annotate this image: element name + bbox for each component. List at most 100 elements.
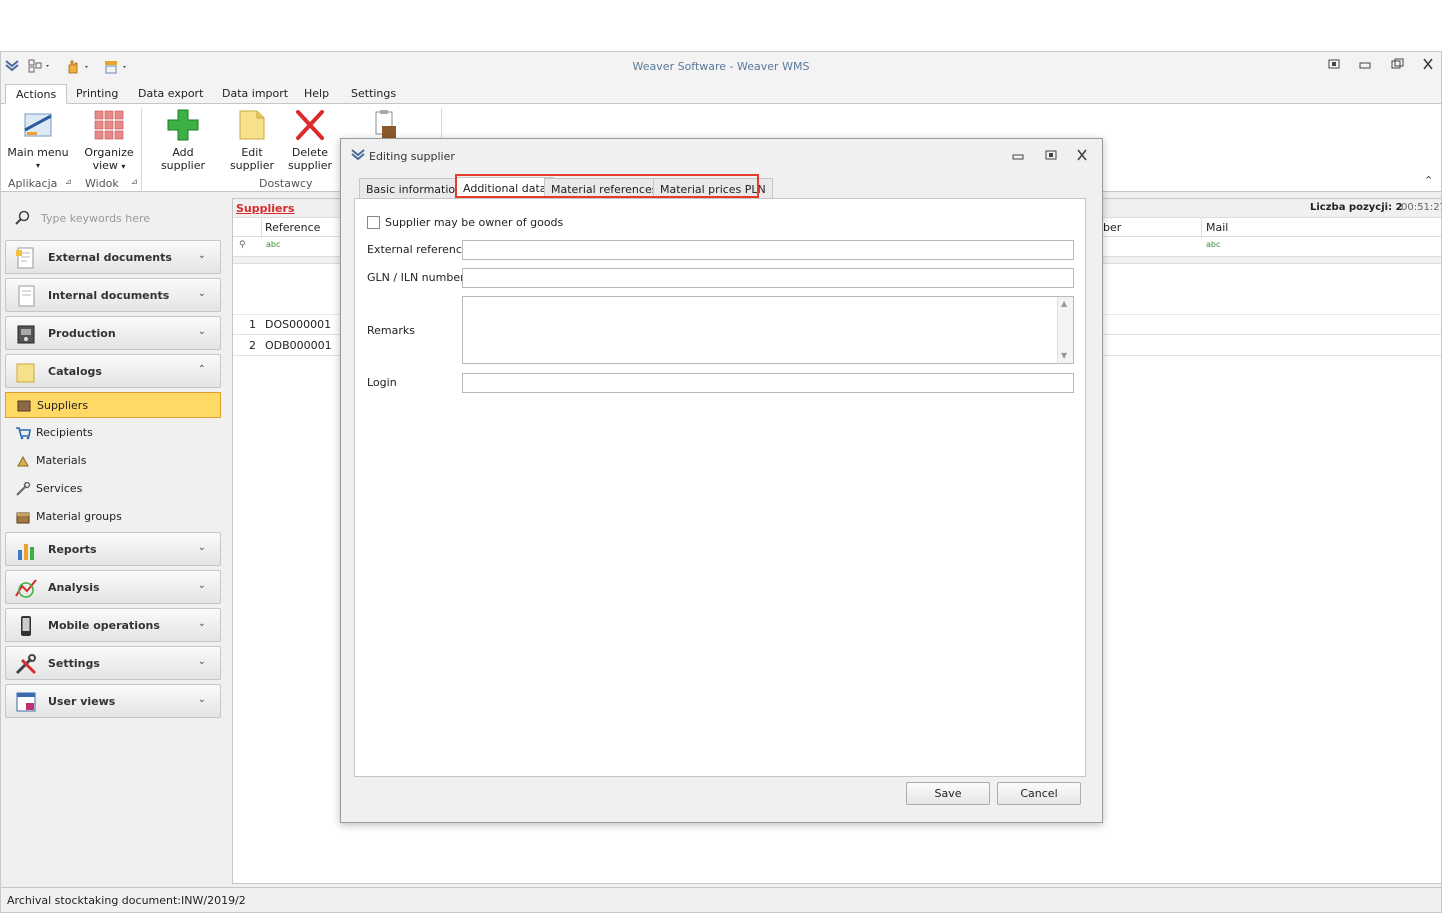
nav-group-user-views[interactable]: User views ⌄	[5, 684, 221, 718]
nav-group-external-documents[interactable]: External documents ⌄	[5, 240, 221, 274]
status-text: Archival stocktaking document:INW/2019/2	[7, 894, 246, 907]
nav-group-production[interactable]: Production ⌄	[5, 316, 221, 350]
remarks-scrollbar[interactable]: ▲ ▼	[1057, 297, 1073, 363]
add-supplier-button[interactable]: Add supplier	[151, 108, 215, 172]
group-expand-icon[interactable]: ⊿	[131, 177, 138, 186]
nav-group-mobile-operations[interactable]: Mobile operations ⌄	[5, 608, 221, 642]
collapse-ribbon-icon[interactable]: ⌃	[1424, 174, 1433, 187]
title-bar: Weaver Software - Weaver WMS	[1, 52, 1441, 82]
chevron-down-icon: ⌄	[197, 250, 206, 261]
organize-view-label-1: Organize	[84, 146, 134, 159]
row-number: 2	[249, 339, 256, 352]
tab-highlight-frame	[455, 174, 759, 198]
main-menu-icon	[21, 108, 55, 142]
text-filter-icon[interactable]: abc	[266, 240, 280, 249]
restore-icon[interactable]	[1324, 58, 1344, 74]
search-placeholder: Type keywords here	[41, 212, 151, 225]
sidebar: Type keywords here External documents ⌄ …	[3, 198, 223, 884]
tab-data-export[interactable]: Data export	[128, 84, 213, 104]
column-number[interactable]: ber	[1103, 221, 1121, 234]
mobile-icon	[21, 616, 31, 636]
remarks-textarea[interactable]: ▲ ▼	[462, 296, 1074, 364]
column-reference[interactable]: Reference	[265, 221, 320, 234]
delete-supplier-button[interactable]: Delete supplier	[287, 108, 333, 172]
main-menu-button[interactable]: Main menu ▾	[7, 108, 69, 172]
grid-tab-suppliers[interactable]: Suppliers	[236, 202, 294, 215]
external-reference-label: External reference	[367, 243, 469, 256]
filter-pin-icon[interactable]: ⚲	[239, 240, 246, 250]
nav-item-suppliers[interactable]: Suppliers	[5, 392, 221, 418]
reports-icon	[18, 544, 34, 560]
nav-item-materials[interactable]: Materials	[5, 448, 221, 474]
maximize-icon[interactable]	[1387, 58, 1407, 74]
nav-group-analysis[interactable]: Analysis ⌄	[5, 570, 221, 604]
scroll-down-icon[interactable]: ▼	[1061, 351, 1067, 360]
editing-supplier-dialog: Editing supplier Basic information Addit…	[340, 138, 1103, 823]
external-documents-icon	[16, 247, 34, 269]
scroll-up-icon[interactable]: ▲	[1061, 299, 1067, 308]
add-supplier-label: Add supplier	[160, 146, 206, 172]
tab-data-import[interactable]: Data import	[212, 84, 298, 104]
chevron-down-icon: ⌄	[197, 580, 206, 591]
main-menu-label: Main menu	[7, 146, 69, 159]
nav-item-label: Suppliers	[37, 399, 89, 412]
elapsed-time: 00:51:27	[1401, 202, 1442, 213]
gln-input[interactable]	[462, 268, 1074, 288]
internal-documents-icon	[18, 285, 35, 307]
nav-item-recipients[interactable]: Recipients	[5, 420, 221, 446]
group-aplikacja-label: Aplikacja	[8, 177, 58, 190]
settings-tools-icon	[15, 654, 37, 675]
edit-supplier-button[interactable]: Edit supplier	[219, 108, 285, 172]
chevron-down-icon: ⌄	[197, 326, 206, 337]
chevron-down-icon: ⌄	[197, 694, 206, 705]
save-button[interactable]: Save	[906, 782, 990, 805]
remarks-label: Remarks	[367, 324, 415, 337]
material-groups-icon	[16, 512, 30, 524]
nav-group-internal-documents[interactable]: Internal documents ⌄	[5, 278, 221, 312]
column-mail[interactable]: Mail	[1206, 221, 1228, 234]
tab-basic-information[interactable]: Basic information	[359, 178, 470, 199]
column-divider	[261, 218, 262, 238]
nav-item-material-groups[interactable]: Material groups	[5, 504, 221, 530]
nav-group-label: Internal documents	[48, 289, 170, 302]
group-expand-icon[interactable]: ⊿	[65, 177, 72, 186]
nav-group-label: Catalogs	[48, 365, 102, 378]
tab-actions[interactable]: Actions	[5, 84, 68, 104]
close-icon[interactable]	[1418, 58, 1438, 74]
nav-group-settings[interactable]: Settings ⌄	[5, 646, 221, 680]
tab-settings[interactable]: Settings	[341, 84, 406, 104]
organize-view-button[interactable]: Organize view ▾	[81, 108, 137, 173]
user-views-icon	[16, 692, 36, 712]
cancel-button[interactable]: Cancel	[997, 782, 1081, 805]
group-dostawcy-label: Dostawcy	[259, 177, 313, 190]
nav-item-services[interactable]: Services	[5, 476, 221, 502]
edit-supplier-label: Edit supplier	[229, 146, 275, 172]
login-input[interactable]	[462, 373, 1074, 393]
nav-group-catalogs[interactable]: Catalogs ⌃	[5, 354, 221, 388]
catalogs-icon	[16, 363, 35, 383]
chevron-up-icon: ⌃	[197, 364, 206, 375]
minimize-icon[interactable]	[1355, 58, 1375, 74]
tab-help[interactable]: Help	[294, 84, 339, 104]
nav-item-label: Material groups	[36, 510, 122, 523]
analysis-icon	[15, 579, 37, 598]
maximize-icon[interactable]	[1044, 149, 1058, 164]
nav-group-label: Reports	[48, 543, 97, 556]
grid-layout-icon	[92, 108, 126, 142]
gln-label: GLN / ILN number	[367, 271, 465, 284]
column-divider	[1201, 218, 1202, 238]
owner-checkbox[interactable]	[367, 216, 380, 229]
minimize-icon[interactable]	[1011, 149, 1025, 164]
additional-data-panel: Supplier may be owner of goods External …	[354, 198, 1086, 777]
external-reference-input[interactable]	[462, 240, 1074, 260]
tab-printing[interactable]: Printing	[66, 84, 128, 104]
nav-item-label: Recipients	[36, 426, 93, 439]
chevron-down-icon: ⌄	[197, 618, 206, 629]
text-filter-icon[interactable]: abc	[1206, 240, 1220, 249]
login-label: Login	[367, 376, 397, 389]
chevron-down-icon: ⌄	[197, 288, 206, 299]
close-icon[interactable]	[1075, 149, 1089, 164]
row-reference: DOS000001	[265, 318, 332, 331]
nav-group-reports[interactable]: Reports ⌄	[5, 532, 221, 566]
search-box[interactable]: Type keywords here	[5, 204, 221, 230]
